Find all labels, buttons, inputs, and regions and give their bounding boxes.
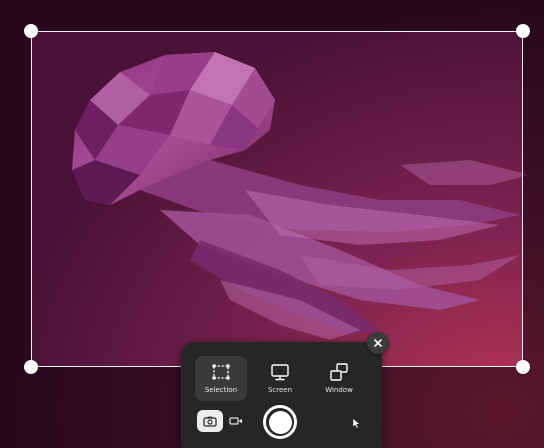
close-icon (374, 339, 382, 347)
selection-icon (212, 364, 230, 380)
pointer-icon[interactable] (350, 417, 362, 429)
window-icon (330, 363, 348, 381)
monitor-icon (271, 363, 289, 380)
mode-screen-button[interactable]: Screen (254, 356, 306, 401)
screencast-toggle[interactable] (226, 410, 246, 432)
selection-handle-bottom-left[interactable] (24, 360, 38, 374)
video-camera-icon (229, 417, 242, 425)
capture-button[interactable] (263, 405, 297, 439)
mode-selection-label: Selection (204, 386, 238, 394)
mode-window-label: Window (325, 386, 353, 394)
mode-selection-button[interactable]: Selection (195, 356, 247, 401)
mode-screen-label: Screen (267, 386, 293, 394)
mode-window-button[interactable]: Window (313, 356, 365, 401)
selection-handle-top-right[interactable] (516, 24, 530, 38)
selection-area[interactable] (31, 31, 523, 367)
screenshot-icon (203, 416, 217, 427)
close-button[interactable] (367, 332, 389, 354)
screenshot-toggle[interactable] (197, 410, 223, 432)
selection-handle-bottom-right[interactable] (516, 360, 530, 374)
selection-handle-top-left[interactable] (24, 24, 38, 38)
capture-button-inner (268, 410, 292, 434)
